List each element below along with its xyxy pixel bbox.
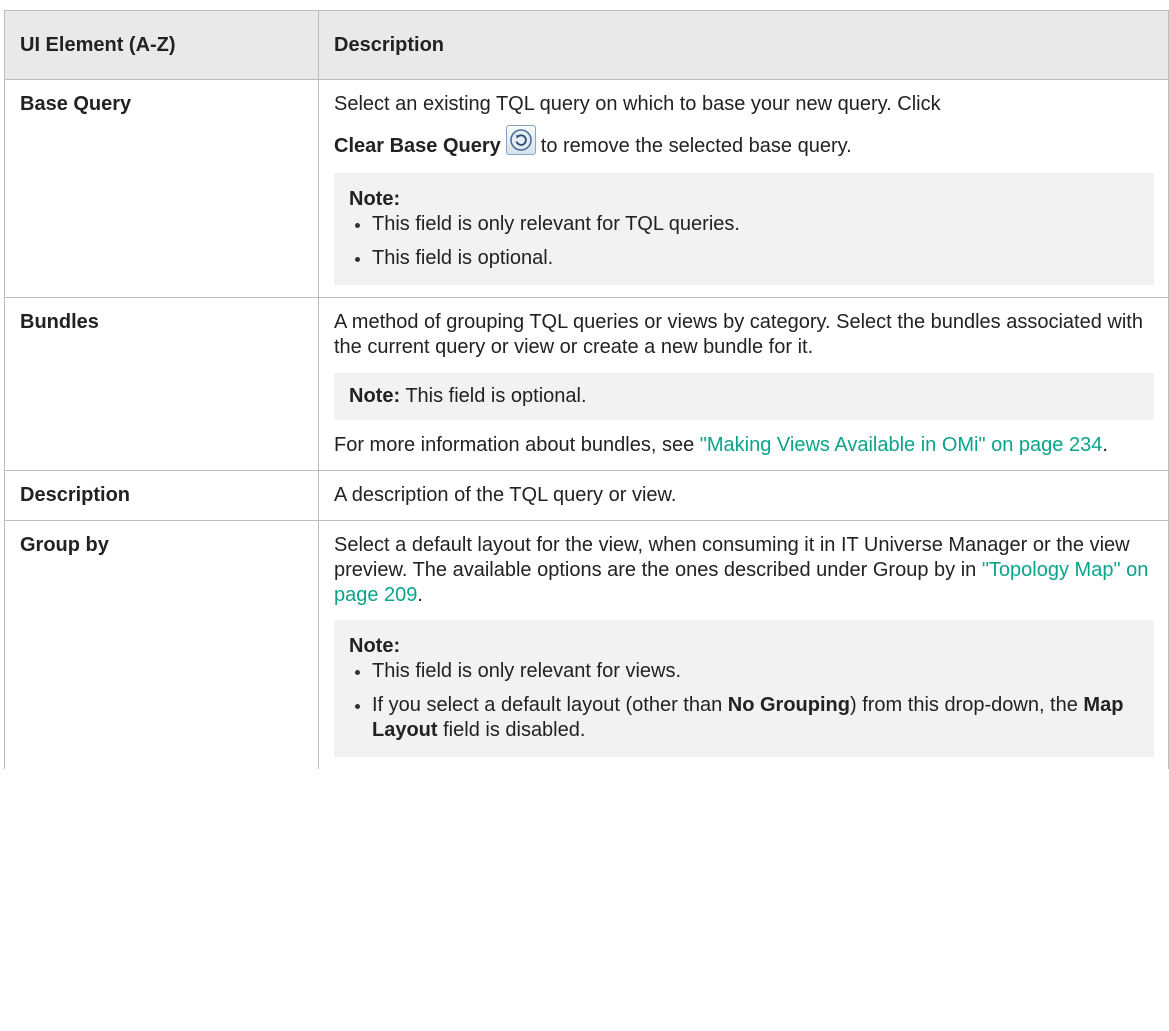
note-list: This field is only relevant for views. I… [349, 659, 1139, 743]
column-header-description: Description [318, 10, 1169, 80]
list-item-text: field is disabled. [443, 719, 586, 741]
option-name: No Grouping [727, 694, 850, 716]
ui-element-description: Select an existing TQL query on which to… [318, 79, 1169, 298]
more-info-text: For more information about bundles, see [334, 434, 695, 456]
note-title: Note: [349, 188, 401, 210]
period-text: . [1102, 434, 1108, 456]
ui-element-name: Group by [4, 520, 319, 769]
ui-element-description: Select a default layout for the view, wh… [318, 520, 1169, 769]
description-line: Clear Base Query to remove the selected … [334, 125, 1154, 161]
ui-element-name: Description [4, 470, 319, 521]
table-header-row: UI Element (A-Z) Description [4, 10, 1169, 80]
list-item-text: If you select a default layout (other th… [372, 694, 723, 716]
table-row: Description A description of the TQL que… [4, 470, 1169, 521]
table-row: Group by Select a default layout for the… [4, 520, 1169, 769]
description-text: For more information about bundles, see … [334, 433, 1154, 458]
ui-elements-table: UI Element (A-Z) Description Base Query … [4, 10, 1169, 769]
list-item: This field is optional. [355, 246, 1139, 271]
list-item: This field is only relevant for views. [355, 659, 1139, 684]
note-title: Note: [349, 385, 401, 407]
description-text: to remove the selected base query. [540, 134, 852, 157]
button-name: Clear Base Query [334, 134, 501, 157]
description-text: Select a default layout for the view, wh… [334, 533, 1154, 608]
column-header-ui-element: UI Element (A-Z) [4, 10, 319, 80]
description-text: A description of the TQL query or view. [334, 484, 677, 506]
list-item-text: ) from this drop-down, the [849, 694, 1078, 716]
note-box: Note: This field is only relevant for TQ… [334, 173, 1154, 285]
period-text: . [417, 584, 423, 606]
ui-element-name: Base Query [4, 79, 319, 298]
note-title: Note: [349, 635, 401, 657]
ui-element-description: A method of grouping TQL queries or view… [318, 297, 1169, 471]
ui-element-name: Bundles [4, 297, 319, 471]
description-text: A method of grouping TQL queries or view… [334, 311, 1143, 358]
table-row: Base Query Select an existing TQL query … [4, 79, 1169, 298]
note-list: This field is only relevant for TQL quer… [349, 212, 1139, 271]
ui-element-description: A description of the TQL query or view. [318, 470, 1169, 521]
note-text: This field is optional. [405, 385, 587, 407]
refresh-circle-icon [505, 125, 536, 155]
list-item: This field is only relevant for TQL quer… [355, 212, 1139, 237]
table-row: Bundles A method of grouping TQL queries… [4, 297, 1169, 471]
description-text: Select an existing TQL query on which to… [334, 93, 941, 115]
note-box: Note: This field is only relevant for vi… [334, 620, 1154, 757]
note-box: Note: This field is optional. [334, 373, 1154, 420]
cross-reference-link[interactable]: "Making Views Available in OMi" on page … [700, 434, 1103, 456]
list-item: If you select a default layout (other th… [355, 693, 1139, 743]
